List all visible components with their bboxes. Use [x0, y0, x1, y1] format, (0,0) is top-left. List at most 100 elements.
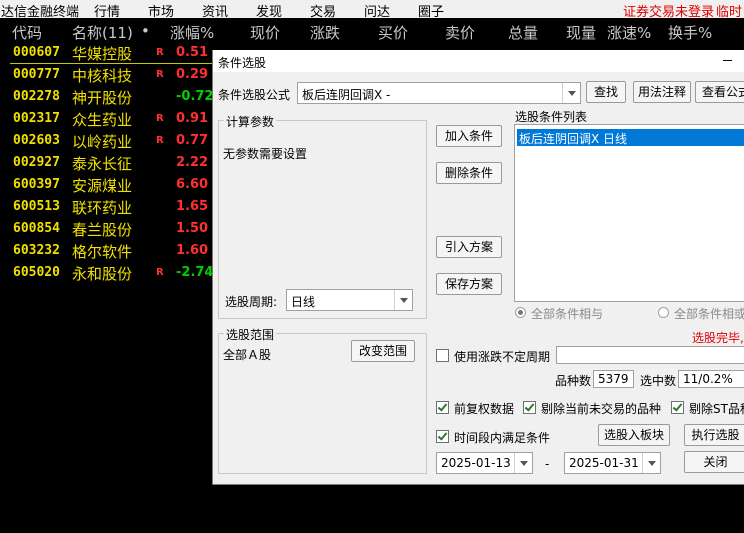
import-scheme-button[interactable]: 引入方案	[436, 236, 502, 258]
menu-item-quotes[interactable]: 行情	[94, 1, 120, 20]
uncertain-period-input[interactable]	[556, 346, 744, 364]
list-item[interactable]: 板后连阴回调X 日线	[517, 129, 744, 146]
margin-flag: R	[156, 267, 164, 278]
change-pct: 6.60	[176, 177, 209, 192]
menu-item-circle[interactable]: 圈子	[418, 1, 444, 20]
table-row[interactable]: 002927 泰永长征 2.22	[0, 152, 212, 174]
chevron-down-icon[interactable]	[562, 83, 580, 103]
col-header-name[interactable]: 名称(11)	[72, 22, 133, 42]
table-row[interactable]: 000777 中核科技 R 0.29	[0, 64, 212, 86]
condition-select-dialog: 条件选股 条件选股公式 板后连阴回调X - 查找 用法注释 查看公式 计算参数 …	[212, 50, 744, 485]
chevron-down-icon[interactable]	[394, 290, 412, 310]
close-button[interactable]: 关闭	[684, 451, 744, 473]
menu-item-discover[interactable]: 发现	[256, 1, 282, 20]
table-row[interactable]: 000607 华媒控股 R 0.51	[0, 42, 212, 64]
stock-name: 神开股份	[72, 89, 133, 107]
margin-flag: R	[156, 113, 164, 124]
uncertain-period-checkbox[interactable]	[436, 349, 449, 362]
radio-or[interactable]	[658, 307, 669, 318]
minimize-icon[interactable]	[723, 60, 732, 61]
table-row[interactable]: 002317 众生药业 R 0.91	[0, 108, 212, 130]
chevron-down-icon[interactable]	[514, 453, 532, 473]
col-header-dot[interactable]: •	[141, 22, 150, 42]
col-header-change-pct[interactable]: 涨幅%	[170, 22, 214, 42]
params-group-label: 计算参数	[224, 113, 277, 130]
col-header-bid[interactable]: 买价	[378, 22, 408, 42]
selected-count-field: 11/0.2%	[678, 370, 744, 388]
time-range-checkbox[interactable]	[436, 430, 449, 443]
add-condition-button[interactable]: 加入条件	[436, 125, 502, 147]
period-value: 日线	[291, 295, 316, 309]
range-group-label: 选股范围	[224, 326, 277, 343]
col-header-cur-volume[interactable]: 现量	[566, 22, 596, 42]
col-header-price[interactable]: 现价	[250, 22, 280, 42]
exclude-st-checkbox[interactable]	[671, 401, 684, 414]
stock-name: 中核科技	[72, 67, 133, 85]
col-header-volume[interactable]: 总量	[508, 22, 538, 42]
change-pct: 1.50	[176, 221, 209, 236]
stock-code: 600854	[13, 221, 60, 236]
find-button[interactable]: 查找	[586, 81, 626, 103]
exclude-untraded-checkbox[interactable]	[523, 401, 536, 414]
period-select[interactable]: 日线	[286, 289, 413, 311]
stock-name: 泰永长征	[72, 155, 133, 173]
stock-code: 605020	[13, 265, 60, 280]
stock-name: 安源煤业	[72, 177, 133, 195]
menu-item-news[interactable]: 资讯	[202, 1, 228, 20]
done-status: 选股完毕,	[692, 331, 744, 345]
col-header-ask[interactable]: 卖价	[445, 22, 475, 42]
col-header-change[interactable]: 涨跌	[310, 22, 340, 42]
stock-code: 000607	[13, 45, 60, 60]
formula-select[interactable]: 板后连阴回调X -	[297, 82, 581, 104]
col-header-turnover[interactable]: 换手%	[668, 22, 712, 42]
stock-name: 永和股份	[72, 265, 133, 283]
save-scheme-button[interactable]: 保存方案	[436, 273, 502, 295]
table-row[interactable]: 002278 神开股份 -0.72	[0, 86, 212, 108]
params-text: 无参数需要设置	[223, 147, 308, 161]
selected-row-underline	[10, 63, 212, 64]
forward-adjust-checkbox[interactable]	[436, 401, 449, 414]
col-header-code[interactable]: 代码	[12, 22, 42, 42]
menu-item-market[interactable]: 市场	[148, 1, 174, 20]
usage-notes-button[interactable]: 用法注释	[633, 81, 691, 103]
change-pct: -0.72	[176, 89, 212, 104]
stock-name: 众生药业	[72, 111, 133, 129]
table-row[interactable]: 600854 春兰股份 1.50	[0, 218, 212, 240]
stock-name: 春兰股份	[72, 221, 133, 239]
chevron-down-icon[interactable]	[642, 453, 660, 473]
col-header-speed[interactable]: 涨速%	[607, 22, 651, 42]
radio-and[interactable]	[515, 307, 526, 318]
exclude-st-label: 剔除ST品种	[689, 402, 744, 416]
change-pct: 0.51	[176, 45, 209, 60]
dialog-title-bar[interactable]: 条件选股	[213, 50, 744, 72]
margin-flag: R	[156, 47, 164, 58]
delete-condition-button[interactable]: 删除条件	[436, 162, 502, 184]
change-range-button[interactable]: 改变范围	[351, 340, 415, 362]
date-to-picker[interactable]: 2025-01-31	[564, 452, 661, 474]
table-row[interactable]: 603232 格尔软件 1.60	[0, 240, 212, 262]
view-formula-button[interactable]: 查看公式	[695, 81, 744, 103]
menu-item-trade[interactable]: 交易	[310, 1, 336, 20]
condition-list[interactable]: 板后连阴回调X 日线	[514, 124, 744, 302]
login-status-extra[interactable]: 临时	[716, 1, 742, 20]
add-to-block-button[interactable]: 选股入板块	[598, 424, 670, 446]
dialog-title: 条件选股	[218, 56, 267, 70]
table-row[interactable]: 002603 以岭药业 R 0.77	[0, 130, 212, 152]
uncertain-period-label: 使用涨跌不定周期	[454, 350, 551, 364]
date-from-picker[interactable]: 2025-01-13	[436, 452, 533, 474]
stock-code: 002317	[13, 111, 60, 126]
table-row[interactable]: 600513 联环药业 1.65	[0, 196, 212, 218]
table-row[interactable]: 600397 安源煤业 6.60	[0, 174, 212, 196]
count-label: 品种数	[555, 374, 592, 388]
count-field: 5379	[593, 370, 634, 388]
login-status[interactable]: 证券交易未登录	[623, 1, 714, 20]
condition-list-label: 选股条件列表	[515, 110, 588, 124]
selected-count-label: 选中数	[640, 374, 677, 388]
forward-adjust-label: 前复权数据	[454, 402, 515, 416]
menu-item-ask[interactable]: 问达	[364, 1, 390, 20]
stock-name: 格尔软件	[72, 243, 133, 261]
stock-code: 002927	[13, 155, 60, 170]
stock-name: 华媒控股	[72, 45, 133, 63]
execute-select-button[interactable]: 执行选股	[684, 424, 744, 446]
table-row[interactable]: 605020 永和股份 R -2.74	[0, 262, 212, 284]
